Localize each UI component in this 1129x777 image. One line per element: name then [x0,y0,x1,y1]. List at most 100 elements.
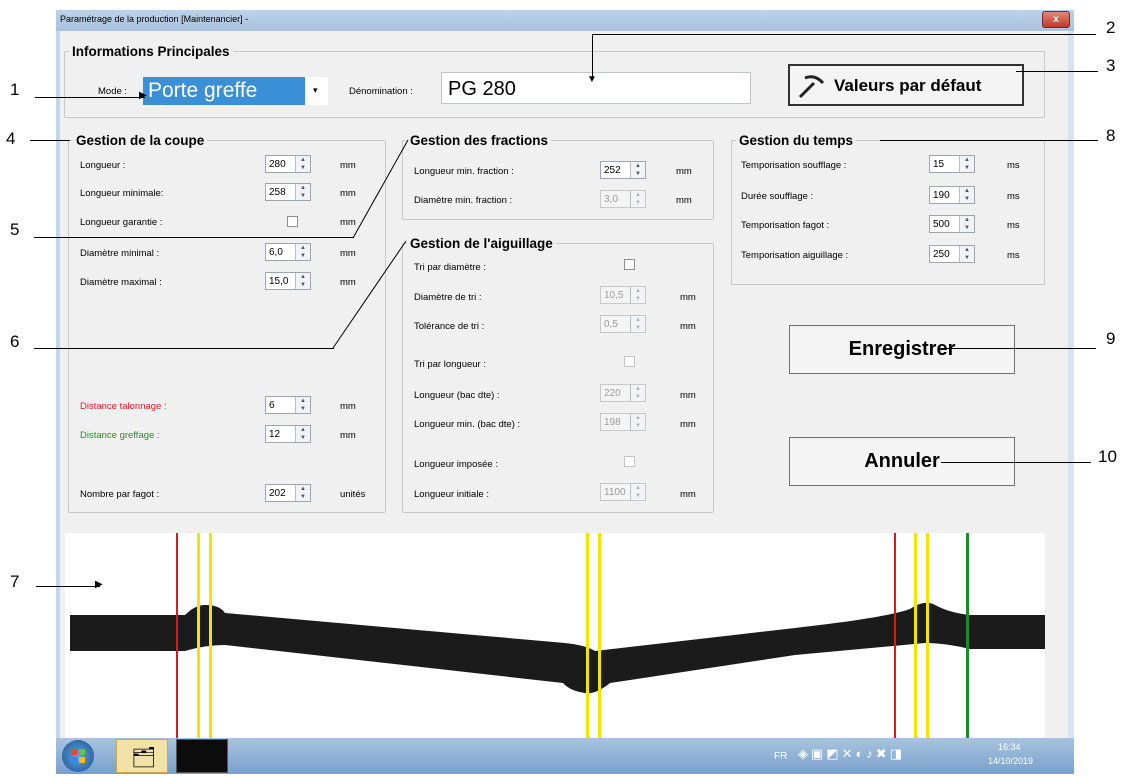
longueur-imposee-checkbox[interactable] [624,456,635,467]
unit-label: ms [1007,160,1020,171]
mode-select[interactable]: Porte greffe ▾ [143,77,328,105]
title-bar[interactable]: Paramétrage de la production [Maintenanc… [56,10,1074,31]
spin-arrows-icon: ▲ ▼ [295,156,310,172]
spin-arrows-icon: ▲ ▼ [295,244,310,260]
callout-3: 3 [1106,56,1116,75]
tempo-aiguillage-input[interactable]: 250 ▲ ▼ [929,245,975,263]
longueur-minimale-input[interactable]: 258 ▲ ▼ [265,183,311,201]
callout-7-line [36,586,100,587]
fractions-legend: Gestion des fractions [410,133,549,148]
clock-time[interactable]: 16:34 [998,742,1021,752]
callout-8: 8 [1106,126,1116,145]
diametre-tri-label: Diamètre de tri : [414,292,482,303]
longueur-min-bac-input[interactable]: 198 ▲ ▼ [600,413,646,431]
tri-diametre-checkbox[interactable] [624,259,635,270]
diametre-maximal-input[interactable]: 15,0 ▲ ▼ [265,272,311,290]
tri-longueur-checkbox[interactable] [624,356,635,367]
longueur-min-fraction-label: Longueur min. fraction : [414,166,514,177]
spin-arrows-icon: ▲ ▼ [630,191,645,207]
duree-soufflage-label: Durée soufflage : [741,191,814,202]
spin-arrows-icon: ▲ ▼ [959,187,974,203]
longueur-min-fraction-input[interactable]: 252 ▲ ▼ [600,161,646,179]
callout-10: 10 [1098,447,1117,466]
distance-talonnage-input[interactable]: 6 ▲ ▼ [265,396,311,414]
folder-icon: 🗂 [131,747,157,769]
spin-arrows-icon: ▲ ▼ [295,426,310,442]
callout-2: 2 [1106,18,1116,37]
callout-9-line [941,348,1096,349]
callout-1-line [35,97,145,98]
unit-label: mm [680,321,696,332]
arrow-right-icon: ▶ [139,90,147,101]
duree-soufflage-input[interactable]: 190 ▲ ▼ [929,186,975,204]
nombre-fagot-input[interactable]: 202 ▲ ▼ [265,484,311,502]
unit-label: mm [680,390,696,401]
unit-label: mm [680,419,696,430]
vertical-scrollbar[interactable] [1068,31,1074,738]
spin-arrows-icon: ▲ ▼ [630,414,645,430]
defaults-button-label: Valeurs par défaut [834,76,982,95]
callout-8-line [880,140,1098,141]
distance-greffage-input[interactable]: 12 ▲ ▼ [265,425,311,443]
longueur-garantie-checkbox[interactable] [287,216,298,227]
system-tray-icons[interactable]: ◈▣◩✕◐♪✖◨ [798,746,905,762]
callout-4: 4 [6,129,16,148]
save-button[interactable]: Enregistrer [789,325,1015,374]
aiguillage-group: Gestion de l'aiguillage [402,236,714,513]
taskbar-explorer-button[interactable]: 🗂 [116,739,168,773]
tempo-fagot-label: Temporisation fagot : [741,220,830,231]
windows-logo-icon [71,749,85,763]
longueur-garantie-label: Longueur garantie : [80,217,163,228]
callout-5-line [34,237,354,238]
spin-arrows-icon: ▲ ▼ [630,385,645,401]
longueur-initiale-input[interactable]: 1100 ▲ ▼ [600,483,646,501]
spin-arrows-icon: ▲ ▼ [630,484,645,500]
spin-arrows-icon: ▲ ▼ [295,184,310,200]
diametre-tri-input[interactable]: 10,5 ▲ ▼ [600,286,646,304]
tolerance-tri-label: Tolérance de tri : [414,321,485,332]
arrow-down-icon: ▼ [587,74,597,85]
window-title: Paramétrage de la production [Maintenanc… [60,14,249,24]
callout-6: 6 [10,332,20,351]
spin-arrows-icon: ▲ ▼ [295,485,310,501]
taskbar: 🗂 FR ◈▣◩✕◐♪✖◨ 16:34 14/10/2019 [56,738,1074,774]
temps-legend: Gestion du temps [739,133,854,148]
spin-arrows-icon: ▲ ▼ [630,162,645,178]
callout-4-line [30,140,70,141]
taskbar-app-button[interactable] [176,739,228,773]
stem-preview-image [65,533,1045,738]
tempo-aiguillage-label: Temporisation aiguillage : [741,250,849,261]
diametre-min-fraction-label: Diamètre min. fraction : [414,195,513,206]
diametre-minimal-label: Diamètre minimal : [80,248,160,259]
diametre-min-fraction-input[interactable]: 3,0 ▲ ▼ [600,190,646,208]
tempo-soufflage-label: Temporisation soufflage : [741,160,847,171]
longueur-initiale-label: Longueur initiale : [414,489,489,500]
diametre-minimal-input[interactable]: 6,0 ▲ ▼ [265,243,311,261]
start-button[interactable] [62,740,94,772]
aiguillage-legend: Gestion de l'aiguillage [410,236,553,251]
callout-10-line [941,462,1091,463]
callout-5: 5 [10,220,20,239]
tri-longueur-label: Tri par longueur : [414,359,486,370]
longueur-bac-input[interactable]: 220 ▲ ▼ [600,384,646,402]
callout-1: 1 [10,80,20,99]
unit-label: mm [676,166,692,177]
callout-9: 9 [1106,329,1116,348]
tempo-fagot-input[interactable]: 500 ▲ ▼ [929,215,975,233]
clock-date[interactable]: 14/10/2019 [988,756,1033,766]
pickaxe-icon [798,75,825,99]
language-indicator[interactable]: FR [774,751,787,762]
spin-arrows-icon: ▲ ▼ [959,156,974,172]
callout-2-line [592,34,1096,35]
tempo-soufflage-input[interactable]: 15 ▲ ▼ [929,155,975,173]
longueur-input[interactable]: 280 ▲ ▼ [265,155,311,173]
unit-label: unités [340,489,366,500]
unit-label: mm [680,292,696,303]
longueur-imposee-label: Longueur imposée : [414,459,498,470]
unit-label: mm [340,401,356,412]
tolerance-tri-input[interactable]: 0,5 ▲ ▼ [600,315,646,333]
close-button[interactable]: x [1042,11,1070,28]
defaults-button[interactable]: Valeurs par défaut [788,64,1024,106]
unit-label: ms [1007,220,1020,231]
unit-label: ms [1007,250,1020,261]
